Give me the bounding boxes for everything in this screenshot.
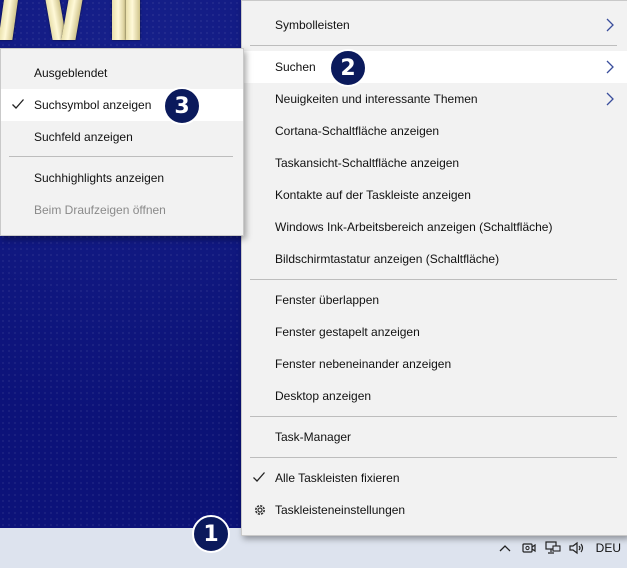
menu-item-task-view-button[interactable]: Taskansicht-Schaltfläche anzeigen — [242, 147, 627, 179]
search-submenu: Ausgeblendet Suchsymbol anzeigen Suchfel… — [0, 48, 244, 236]
menu-divider — [9, 156, 233, 157]
menu-divider — [250, 279, 617, 280]
menu-item-label: Fenster überlappen — [275, 293, 380, 307]
menu-divider — [250, 45, 617, 46]
menu-item-label: Symbolleisten — [275, 18, 350, 32]
chevron-up-icon[interactable] — [496, 539, 514, 557]
menu-divider — [250, 416, 617, 417]
menu-item-news-and-interests[interactable]: Neuigkeiten und interessante Themen — [242, 83, 627, 115]
taskbar-context-menu: Symbolleisten Suchen Neuigkeiten und int… — [241, 0, 627, 536]
menu-item-stacked-windows[interactable]: Fenster gestapelt anzeigen — [242, 316, 627, 348]
menu-item-label: Windows Ink-Arbeitsbereich anzeigen (Sch… — [275, 220, 553, 234]
menu-item-side-by-side-windows[interactable]: Fenster nebeneinander anzeigen — [242, 348, 627, 380]
menu-item-show-desktop[interactable]: Desktop anzeigen — [242, 380, 627, 412]
menu-item-cortana-button[interactable]: Cortana-Schaltfläche anzeigen — [242, 115, 627, 147]
menu-item-toolbars[interactable]: Symbolleisten — [242, 9, 627, 41]
menu-item-taskbar-settings[interactable]: Taskleisteneinstellungen — [242, 494, 627, 526]
callout-badge-3: 3 — [163, 87, 201, 125]
menu-item-cascade-windows[interactable]: Fenster überlappen — [242, 284, 627, 316]
menu-item-label: Suchsymbol anzeigen — [34, 98, 152, 112]
gear-icon — [255, 505, 265, 515]
menu-item-task-manager[interactable]: Task-Manager — [242, 421, 627, 453]
menu-item-label: Ausgeblendet — [34, 66, 108, 80]
menu-item-lock-taskbars[interactable]: Alle Taskleisten fixieren — [242, 462, 627, 494]
menu-item-touch-keyboard[interactable]: Bildschirmtastatur anzeigen (Schaltfläch… — [242, 243, 627, 275]
chevron-right-icon — [606, 18, 614, 32]
menu-divider — [250, 457, 617, 458]
menu-item-label: Fenster gestapelt anzeigen — [275, 325, 420, 339]
chevron-right-icon — [606, 60, 614, 74]
language-indicator[interactable]: DEU — [596, 541, 621, 555]
menu-item-label: Cortana-Schaltfläche anzeigen — [275, 124, 440, 138]
menu-item-contacts[interactable]: Kontakte auf der Taskleiste anzeigen — [242, 179, 627, 211]
submenu-item-hidden[interactable]: Ausgeblendet — [1, 57, 243, 89]
checkmark-icon — [253, 472, 265, 482]
menu-item-label: Taskansicht-Schaltfläche anzeigen — [275, 156, 460, 170]
menu-item-label: Desktop anzeigen — [275, 389, 372, 403]
submenu-item-open-on-hover: Beim Draufzeigen öffnen — [1, 194, 243, 226]
menu-item-label: Beim Draufzeigen öffnen — [34, 203, 166, 217]
menu-item-windows-ink[interactable]: Windows Ink-Arbeitsbereich anzeigen (Sch… — [242, 211, 627, 243]
menu-item-label: Suchen — [275, 60, 316, 74]
menu-item-label: Suchfeld anzeigen — [34, 130, 133, 144]
submenu-item-search-highlights[interactable]: Suchhighlights anzeigen — [1, 162, 243, 194]
submenu-item-show-search-box[interactable]: Suchfeld anzeigen — [1, 121, 243, 153]
menu-item-label: Bildschirmtastatur anzeigen (Schaltfläch… — [275, 252, 500, 266]
callout-badge-2: 2 — [329, 49, 367, 87]
menu-item-label: Suchhighlights anzeigen — [34, 171, 165, 185]
chevron-right-icon — [606, 92, 614, 106]
menu-item-label: Task-Manager — [275, 430, 352, 444]
callout-badge-1: 1 — [192, 515, 230, 553]
menu-item-search[interactable]: Suchen — [242, 51, 627, 83]
menu-item-label: Kontakte auf der Taskleiste anzeigen — [275, 188, 471, 202]
menu-item-label: Neuigkeiten und interessante Themen — [275, 92, 478, 106]
checkmark-icon — [12, 99, 24, 109]
menu-item-label: Taskleisteneinstellungen — [275, 503, 406, 517]
submenu-item-show-search-icon[interactable]: Suchsymbol anzeigen — [1, 89, 243, 121]
menu-item-label: Fenster nebeneinander anzeigen — [275, 357, 452, 371]
meet-now-icon[interactable] — [520, 539, 538, 557]
menu-item-label: Alle Taskleisten fixieren — [275, 471, 400, 485]
network-icon[interactable] — [544, 539, 562, 557]
volume-icon[interactable] — [568, 539, 586, 557]
